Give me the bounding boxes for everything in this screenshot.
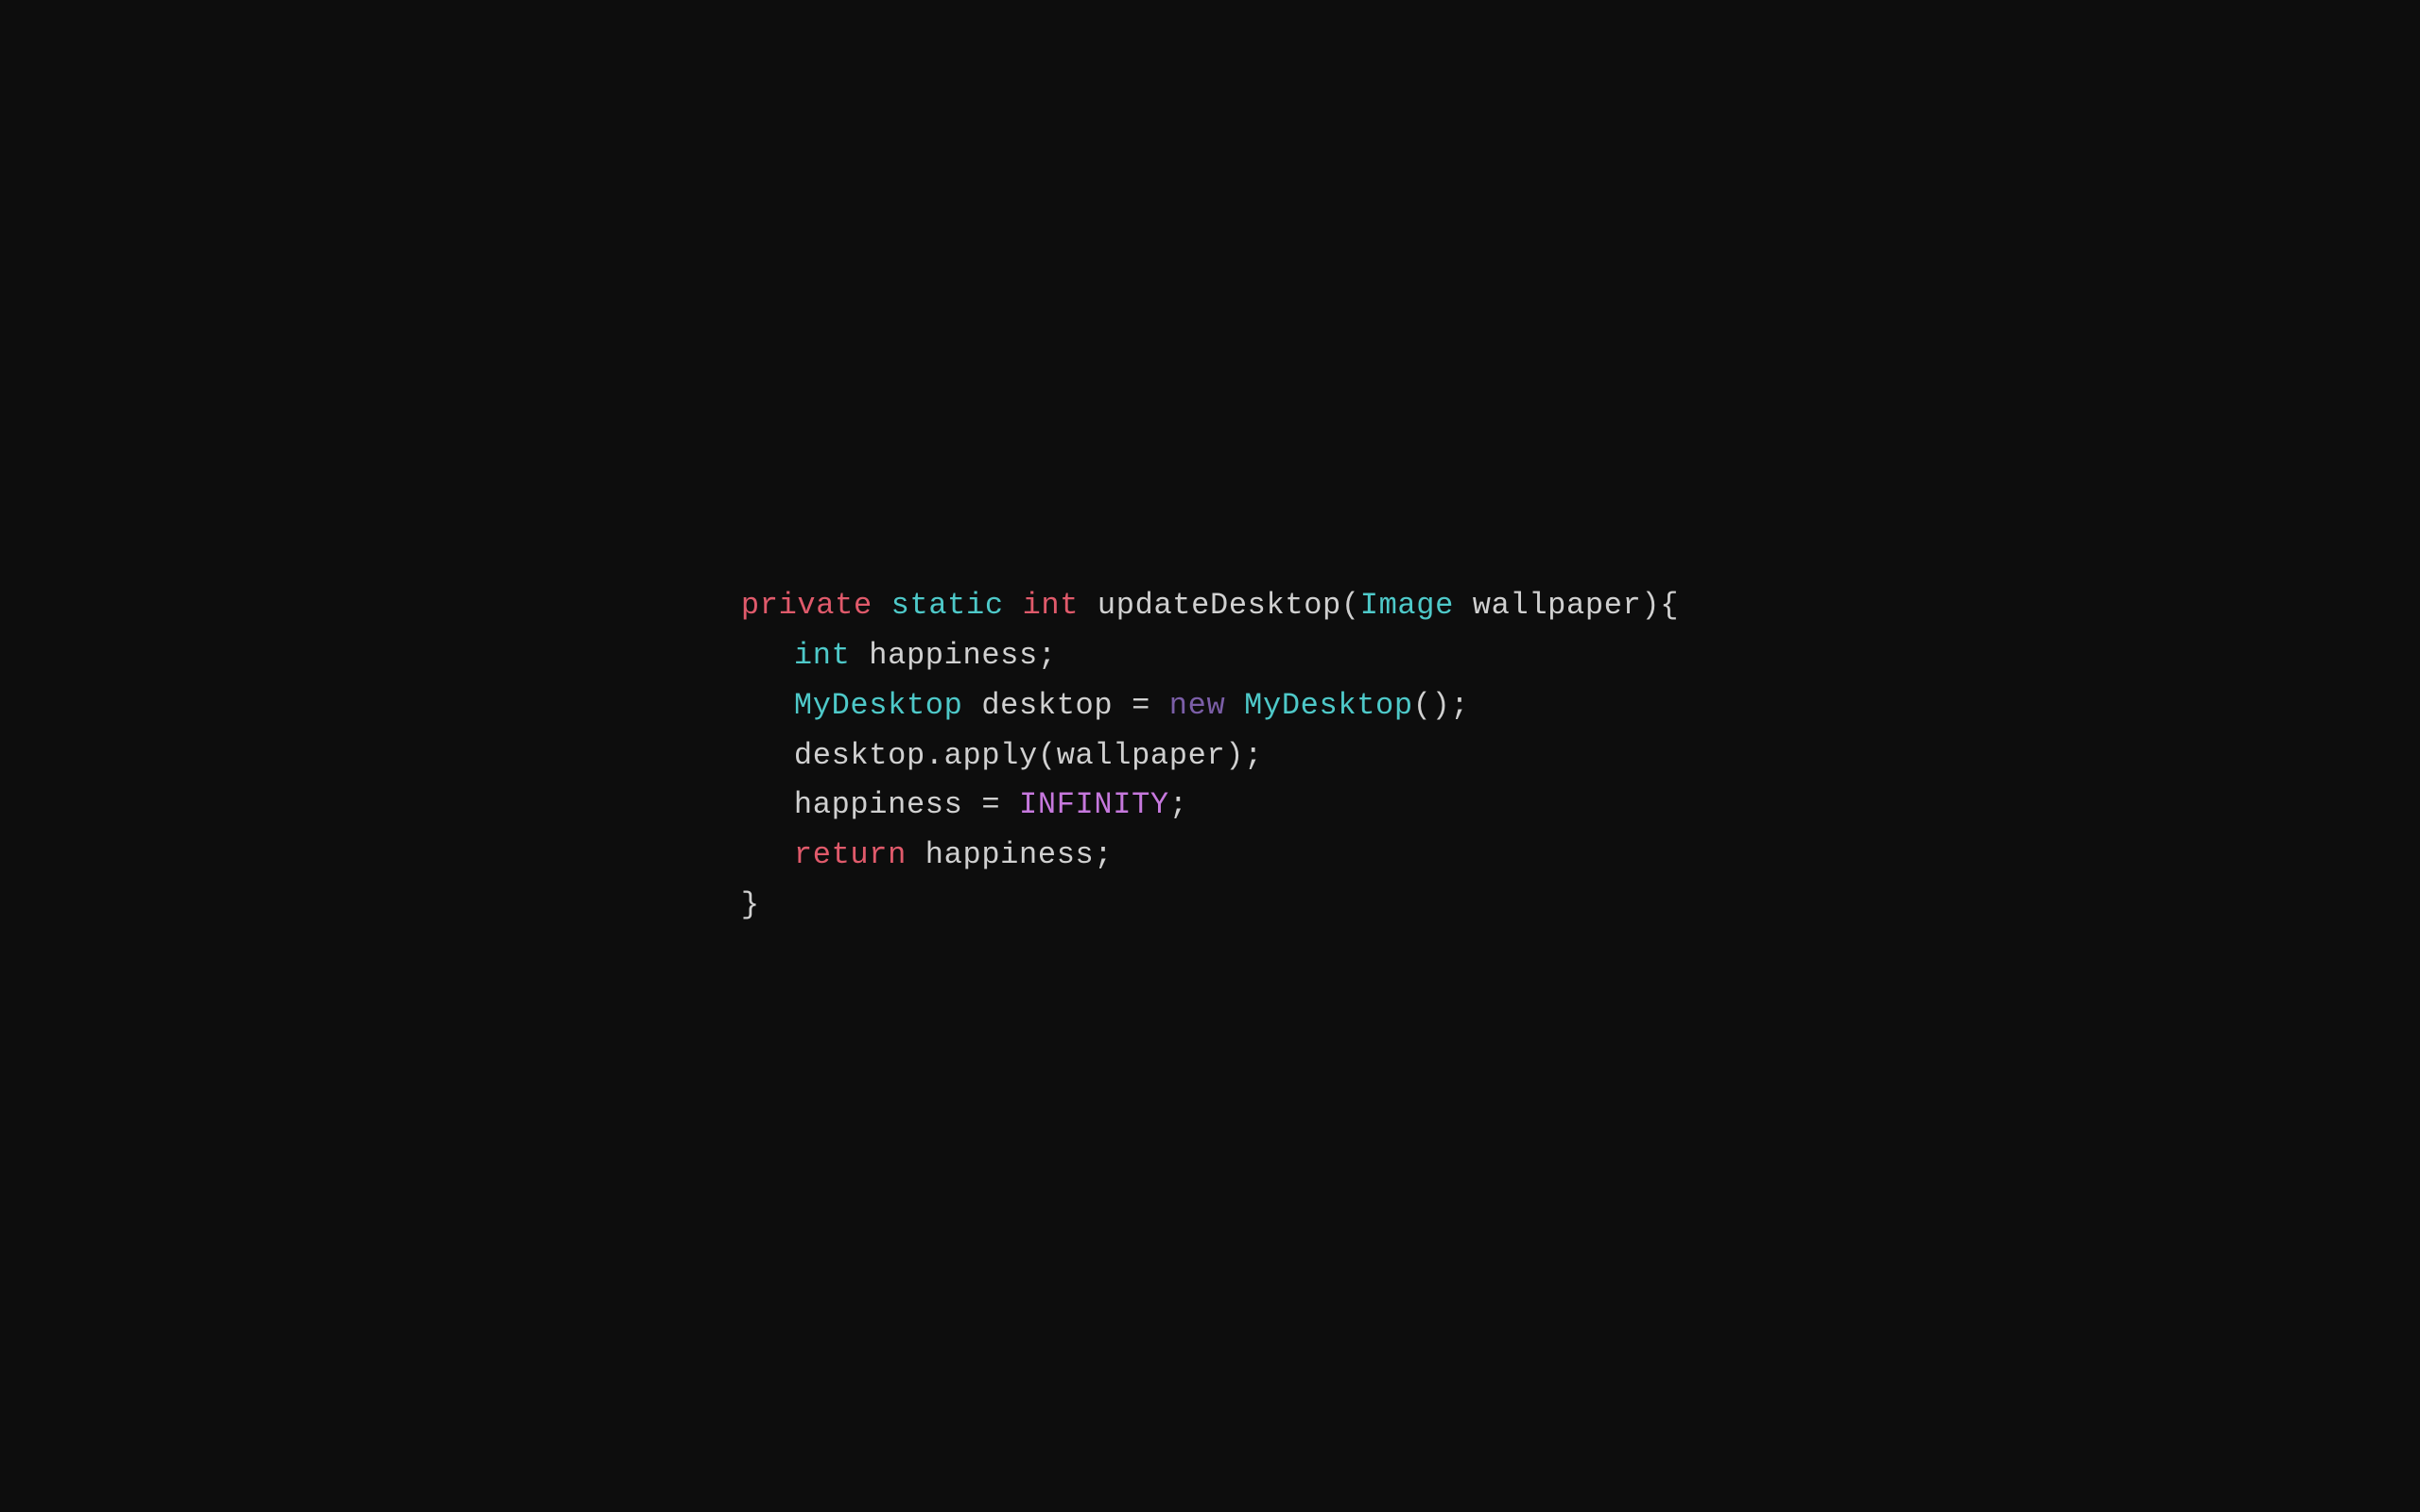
line6: return happiness; <box>741 831 1679 881</box>
line2: int happiness; <box>741 631 1679 681</box>
code-block: private static int updateDesktop(Image w… <box>741 581 1679 931</box>
line3: MyDesktop desktop = new MyDesktop(); <box>741 681 1679 731</box>
line1: private static int updateDesktop(Image w… <box>741 581 1679 631</box>
line4: desktop.apply(wallpaper); <box>741 731 1679 782</box>
line5: happiness = INFINITY; <box>741 781 1679 831</box>
line7: } <box>741 881 1679 931</box>
